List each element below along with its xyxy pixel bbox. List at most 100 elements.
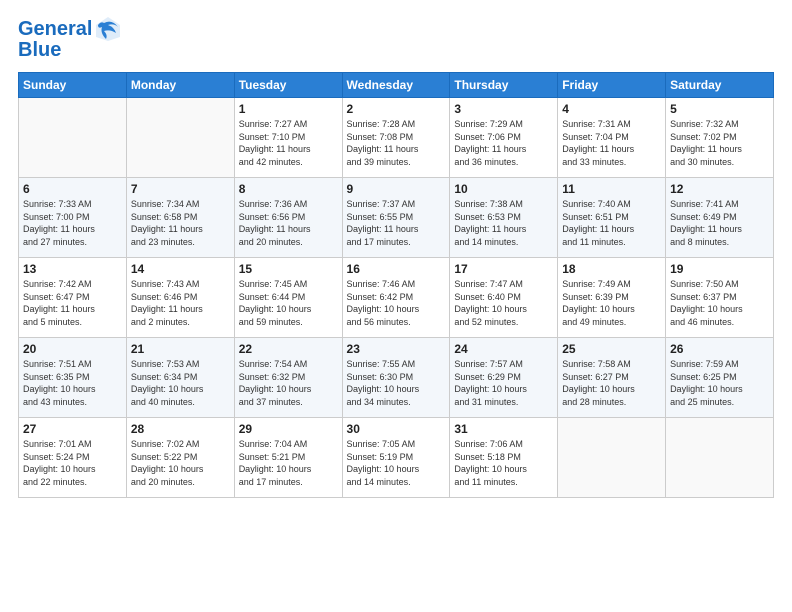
calendar-cell: 24Sunrise: 7:57 AM Sunset: 6:29 PM Dayli… <box>450 338 558 418</box>
day-number: 25 <box>562 342 661 356</box>
calendar-cell: 27 Sunrise: 7:01 AM Sunset: 5:24 PM Dayli… <box>19 418 127 498</box>
logo-text: General <box>18 18 92 40</box>
day-info: Sunrise: 7:27 AM Sunset: 7:10 PM Dayligh… <box>239 118 338 168</box>
day-info: Sunrise: 7:46 AM Sunset: 6:42 PM Dayligh… <box>347 278 446 328</box>
calendar-cell: 31 Sunrise: 7:06 AM Sunset: 5:18 PM Dayli… <box>450 418 558 498</box>
calendar-table: SundayMondayTuesdayWednesdayThursdayFrid… <box>18 72 774 498</box>
day-number: 15 <box>239 262 338 276</box>
day-info: Sunrise: 7:42 AM Sunset: 6:47 PM Dayligh… <box>23 278 122 328</box>
day-number: 27 <box>23 422 122 436</box>
calendar-week-5: 27 Sunrise: 7:01 AM Sunset: 5:24 PM Dayli… <box>19 418 774 498</box>
calendar-cell: 14 Sunrise: 7:43 AM Sunset: 6:46 PM Dayli… <box>126 258 234 338</box>
calendar-cell: 1Sunrise: 7:27 AM Sunset: 7:10 PM Daylig… <box>234 98 342 178</box>
calendar-cell: 12 Sunrise: 7:41 AM Sunset: 6:49 PM Dayli… <box>666 178 774 258</box>
day-info: Sunrise: 7:06 AM Sunset: 5:18 PM Dayligh… <box>454 438 553 488</box>
day-number: 3 <box>454 102 553 116</box>
calendar-cell <box>19 98 127 178</box>
day-number: 5 <box>670 102 769 116</box>
day-info: Sunrise: 7:55 AM Sunset: 6:30 PM Dayligh… <box>347 358 446 408</box>
calendar-cell: 11 Sunrise: 7:40 AM Sunset: 6:51 PM Dayli… <box>558 178 666 258</box>
calendar-cell: 22Sunrise: 7:54 AM Sunset: 6:32 PM Dayli… <box>234 338 342 418</box>
day-number: 20 <box>23 342 122 356</box>
day-info: Sunrise: 7:34 AM Sunset: 6:58 PM Dayligh… <box>131 198 230 248</box>
day-number: 21 <box>131 342 230 356</box>
calendar-cell: 15 Sunrise: 7:45 AM Sunset: 6:44 PM Dayli… <box>234 258 342 338</box>
calendar-cell: 21 Sunrise: 7:53 AM Sunset: 6:34 PM Dayli… <box>126 338 234 418</box>
calendar-cell: 9 Sunrise: 7:37 AM Sunset: 6:55 PM Daylig… <box>342 178 450 258</box>
day-info: Sunrise: 7:38 AM Sunset: 6:53 PM Dayligh… <box>454 198 553 248</box>
day-info: Sunrise: 7:47 AM Sunset: 6:40 PM Dayligh… <box>454 278 553 328</box>
day-number: 9 <box>347 182 446 196</box>
day-info: Sunrise: 7:41 AM Sunset: 6:49 PM Dayligh… <box>670 198 769 248</box>
day-info: Sunrise: 7:40 AM Sunset: 6:51 PM Dayligh… <box>562 198 661 248</box>
calendar-week-3: 13 Sunrise: 7:42 AM Sunset: 6:47 PM Dayli… <box>19 258 774 338</box>
day-info: Sunrise: 7:54 AM Sunset: 6:32 PM Dayligh… <box>239 358 338 408</box>
day-number: 23 <box>347 342 446 356</box>
logo-icon <box>94 15 122 43</box>
day-info: Sunrise: 7:59 AM Sunset: 6:25 PM Dayligh… <box>670 358 769 408</box>
weekday-header-thursday: Thursday <box>450 73 558 98</box>
day-info: Sunrise: 7:53 AM Sunset: 6:34 PM Dayligh… <box>131 358 230 408</box>
day-number: 14 <box>131 262 230 276</box>
day-number: 8 <box>239 182 338 196</box>
weekday-header-tuesday: Tuesday <box>234 73 342 98</box>
calendar-cell: 7 Sunrise: 7:34 AM Sunset: 6:58 PM Daylig… <box>126 178 234 258</box>
day-info: Sunrise: 7:33 AM Sunset: 7:00 PM Dayligh… <box>23 198 122 248</box>
day-info: Sunrise: 7:57 AM Sunset: 6:29 PM Dayligh… <box>454 358 553 408</box>
calendar-week-4: 20 Sunrise: 7:51 AM Sunset: 6:35 PM Dayli… <box>19 338 774 418</box>
day-info: Sunrise: 7:43 AM Sunset: 6:46 PM Dayligh… <box>131 278 230 328</box>
day-number: 26 <box>670 342 769 356</box>
calendar-cell: 16Sunrise: 7:46 AM Sunset: 6:42 PM Dayli… <box>342 258 450 338</box>
calendar-cell <box>666 418 774 498</box>
day-number: 10 <box>454 182 553 196</box>
day-info: Sunrise: 7:04 AM Sunset: 5:21 PM Dayligh… <box>239 438 338 488</box>
day-info: Sunrise: 7:31 AM Sunset: 7:04 PM Dayligh… <box>562 118 661 168</box>
day-info: Sunrise: 7:32 AM Sunset: 7:02 PM Dayligh… <box>670 118 769 168</box>
calendar-cell: 8 Sunrise: 7:36 AM Sunset: 6:56 PM Daylig… <box>234 178 342 258</box>
calendar-cell: 3 Sunrise: 7:29 AM Sunset: 7:06 PM Daylig… <box>450 98 558 178</box>
day-info: Sunrise: 7:02 AM Sunset: 5:22 PM Dayligh… <box>131 438 230 488</box>
day-info: Sunrise: 7:29 AM Sunset: 7:06 PM Dayligh… <box>454 118 553 168</box>
day-number: 4 <box>562 102 661 116</box>
calendar-cell: 25 Sunrise: 7:58 AM Sunset: 6:27 PM Dayli… <box>558 338 666 418</box>
logo: General Blue <box>18 15 122 62</box>
day-number: 30 <box>347 422 446 436</box>
calendar-cell: 2 Sunrise: 7:28 AM Sunset: 7:08 PM Daylig… <box>342 98 450 178</box>
day-number: 12 <box>670 182 769 196</box>
calendar-week-1: 1Sunrise: 7:27 AM Sunset: 7:10 PM Daylig… <box>19 98 774 178</box>
calendar-cell: 13 Sunrise: 7:42 AM Sunset: 6:47 PM Dayli… <box>19 258 127 338</box>
day-info: Sunrise: 7:28 AM Sunset: 7:08 PM Dayligh… <box>347 118 446 168</box>
calendar-cell: 5 Sunrise: 7:32 AM Sunset: 7:02 PM Daylig… <box>666 98 774 178</box>
day-info: Sunrise: 7:01 AM Sunset: 5:24 PM Dayligh… <box>23 438 122 488</box>
day-info: Sunrise: 7:45 AM Sunset: 6:44 PM Dayligh… <box>239 278 338 328</box>
calendar-cell: 6Sunrise: 7:33 AM Sunset: 7:00 PM Daylig… <box>19 178 127 258</box>
calendar-body: 1Sunrise: 7:27 AM Sunset: 7:10 PM Daylig… <box>19 98 774 498</box>
day-number: 7 <box>131 182 230 196</box>
calendar-cell <box>126 98 234 178</box>
day-info: Sunrise: 7:50 AM Sunset: 6:37 PM Dayligh… <box>670 278 769 328</box>
weekday-header-saturday: Saturday <box>666 73 774 98</box>
day-number: 11 <box>562 182 661 196</box>
day-number: 13 <box>23 262 122 276</box>
day-info: Sunrise: 7:58 AM Sunset: 6:27 PM Dayligh… <box>562 358 661 408</box>
weekday-header-sunday: Sunday <box>19 73 127 98</box>
calendar-cell: 19Sunrise: 7:50 AM Sunset: 6:37 PM Dayli… <box>666 258 774 338</box>
calendar-cell: 26 Sunrise: 7:59 AM Sunset: 6:25 PM Dayli… <box>666 338 774 418</box>
calendar-cell: 29Sunrise: 7:04 AM Sunset: 5:21 PM Dayli… <box>234 418 342 498</box>
calendar-header-row: SundayMondayTuesdayWednesdayThursdayFrid… <box>19 73 774 98</box>
calendar-cell: 20 Sunrise: 7:51 AM Sunset: 6:35 PM Dayli… <box>19 338 127 418</box>
day-info: Sunrise: 7:49 AM Sunset: 6:39 PM Dayligh… <box>562 278 661 328</box>
day-number: 2 <box>347 102 446 116</box>
calendar-cell: 30Sunrise: 7:05 AM Sunset: 5:19 PM Dayli… <box>342 418 450 498</box>
day-number: 17 <box>454 262 553 276</box>
day-info: Sunrise: 7:37 AM Sunset: 6:55 PM Dayligh… <box>347 198 446 248</box>
day-info: Sunrise: 7:51 AM Sunset: 6:35 PM Dayligh… <box>23 358 122 408</box>
calendar-cell: 28 Sunrise: 7:02 AM Sunset: 5:22 PM Dayli… <box>126 418 234 498</box>
day-number: 28 <box>131 422 230 436</box>
page: General Blue SundayMondayTuesdayWednesda… <box>0 0 792 508</box>
weekday-header-wednesday: Wednesday <box>342 73 450 98</box>
day-info: Sunrise: 7:36 AM Sunset: 6:56 PM Dayligh… <box>239 198 338 248</box>
calendar-week-2: 6Sunrise: 7:33 AM Sunset: 7:00 PM Daylig… <box>19 178 774 258</box>
day-number: 31 <box>454 422 553 436</box>
calendar-cell <box>558 418 666 498</box>
